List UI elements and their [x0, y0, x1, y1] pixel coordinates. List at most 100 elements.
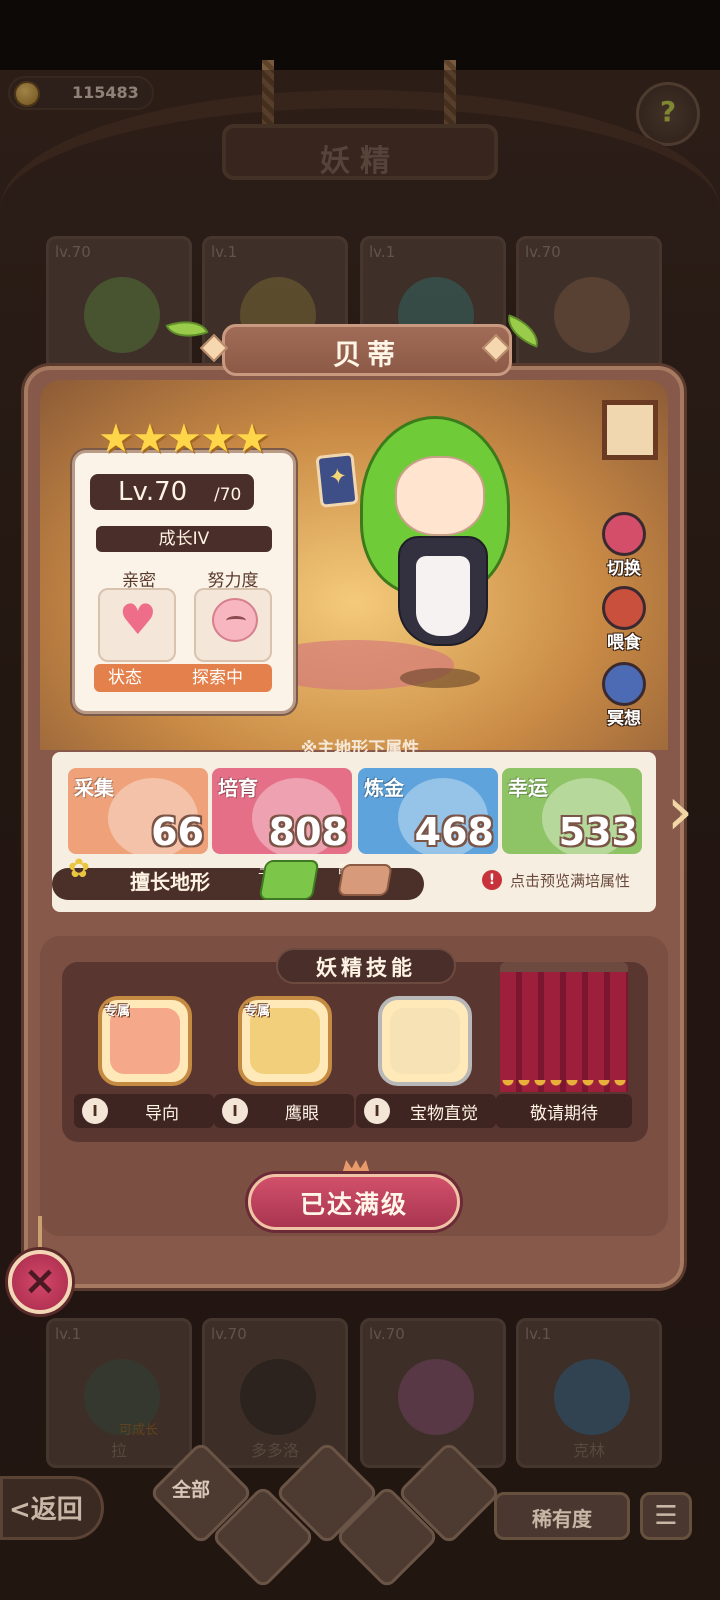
skill-label-bar: I 导向: [74, 1094, 214, 1128]
card-level: lv.1: [55, 1325, 82, 1343]
skill-name: 导向: [145, 1104, 179, 1124]
fairy-card[interactable]: lv.70: [360, 1318, 506, 1468]
skill-name: 宝物直觉: [410, 1104, 478, 1124]
level-value: Lv.70: [118, 477, 188, 507]
skill-label-bar: I 宝物直觉: [356, 1094, 496, 1128]
card-level: lv.1: [369, 243, 396, 261]
stat-name: 采集: [74, 776, 114, 800]
card-level: lv.70: [369, 1325, 405, 1343]
card-name: 拉: [110, 1441, 127, 1460]
meat-icon: [602, 586, 646, 630]
character-face: [395, 456, 485, 536]
close-button[interactable]: ×: [8, 1250, 72, 1314]
crown-icon: [342, 1160, 370, 1174]
meditate-icon: [602, 662, 646, 706]
fairy-card[interactable]: lv.1 克林: [516, 1318, 662, 1468]
stat-name: 培育: [218, 776, 258, 800]
skill-level-icon: I: [222, 1098, 248, 1124]
skill-label-bar: I 鹰眼: [214, 1094, 354, 1128]
stat-alchemy: 炼金 468: [358, 768, 498, 854]
switch-icon: [602, 512, 646, 556]
growable-tag: 可成长: [119, 1423, 159, 1438]
fairy-portrait: [554, 277, 630, 353]
question-icon: ?: [659, 95, 677, 128]
stat-gather: 采集 66: [68, 768, 208, 854]
close-rope: [38, 1216, 42, 1254]
stat-value: 808: [268, 810, 348, 854]
status-value: 探索中: [192, 668, 243, 688]
skill-treasure-intuition[interactable]: [378, 996, 472, 1086]
fairy-character[interactable]: [340, 406, 540, 688]
next-fairy-arrow[interactable]: ›: [660, 776, 700, 848]
sprout-terrain-icon[interactable]: [258, 860, 320, 900]
star-icon: ★: [234, 416, 270, 462]
flower-icon: ✿: [68, 854, 90, 884]
switch-label: 切换: [607, 559, 641, 579]
stat-name: 炼金: [364, 776, 404, 800]
status-label: 状态: [108, 668, 142, 688]
fairy-name: 贝蒂: [332, 338, 401, 371]
level-plate: Lv.70 /70: [90, 474, 254, 510]
volcano-terrain-icon[interactable]: [337, 864, 393, 896]
effort-icon: [212, 598, 258, 642]
fairy-card[interactable]: lv.70: [516, 236, 662, 386]
close-icon: ×: [23, 1258, 57, 1304]
skill-name: 敬请期待: [530, 1104, 598, 1124]
switch-button[interactable]: 切换: [594, 512, 654, 582]
card-level: lv.70: [55, 243, 91, 261]
fairy-portrait: [398, 1359, 474, 1435]
screen-title: 妖精: [320, 144, 400, 179]
fairy-card[interactable]: lv.1 可成长 拉: [46, 1318, 192, 1468]
card-level: lv.1: [211, 243, 238, 261]
skill-level-icon: I: [364, 1098, 390, 1124]
star-icon: ★: [200, 416, 236, 462]
meditate-label: 冥想: [607, 709, 641, 729]
stat-value: 66: [151, 810, 204, 854]
fairy-portrait: [84, 277, 160, 353]
skill-label-bar: 敬请期待: [496, 1094, 632, 1128]
coin-amount: 115483: [72, 83, 139, 102]
back-label: <返回: [9, 1495, 83, 1525]
exclusive-tag: 专属: [244, 1004, 271, 1019]
star-icon: ★: [98, 416, 134, 462]
fairy-portrait: [240, 1359, 316, 1435]
wall-picture: [602, 400, 658, 460]
screen-title-board: 妖精: [222, 124, 498, 180]
list-icon: ☰: [654, 1501, 678, 1531]
warning-icon: !: [482, 870, 502, 890]
meditate-button[interactable]: 冥想: [594, 662, 654, 732]
filter-all-label: 全部: [172, 1479, 211, 1501]
status-bar: 状态 探索中: [94, 664, 272, 692]
stat-luck: 幸运 533: [502, 768, 642, 854]
growth-stage: 成长IV: [96, 526, 272, 552]
stat-value: 533: [558, 810, 638, 854]
stat-value: 468: [414, 810, 494, 854]
curtain-locked-skill: [500, 962, 628, 1092]
coin-counter: 115483: [8, 76, 154, 110]
card-level: lv.70: [525, 243, 561, 261]
preview-hint[interactable]: 点击预览满培属性: [510, 870, 630, 891]
list-view-button[interactable]: ☰: [640, 1492, 692, 1540]
terrain-label: 擅长地形: [130, 870, 210, 894]
character-shadow: [400, 668, 480, 688]
skill-level-icon: I: [82, 1098, 108, 1124]
heart-icon: ♥: [119, 595, 157, 644]
fairy-name-plate: 贝蒂: [222, 324, 512, 376]
max-level-button[interactable]: 已达满级: [248, 1174, 460, 1230]
back-button[interactable]: <返回: [0, 1476, 104, 1540]
skills-title-plate: 妖精技能: [276, 948, 456, 984]
level-max: /70: [214, 485, 242, 505]
stat-nurture: 培育 808: [212, 768, 352, 854]
card-level: lv.1: [525, 1325, 552, 1343]
star-icon: ★: [166, 416, 202, 462]
fairy-card[interactable]: lv.70: [46, 236, 192, 386]
card-name: 克林: [572, 1441, 605, 1460]
max-level-label: 已达满级: [299, 1190, 408, 1219]
card-level: lv.70: [211, 1325, 247, 1343]
rarity-sort-button[interactable]: 稀有度: [494, 1492, 630, 1540]
coin-icon: [14, 81, 40, 107]
tarot-card-icon[interactable]: ✦: [315, 452, 359, 508]
stat-name: 幸运: [508, 776, 548, 800]
feed-button[interactable]: 喂食: [594, 586, 654, 656]
skills-title: 妖精技能: [316, 956, 416, 980]
